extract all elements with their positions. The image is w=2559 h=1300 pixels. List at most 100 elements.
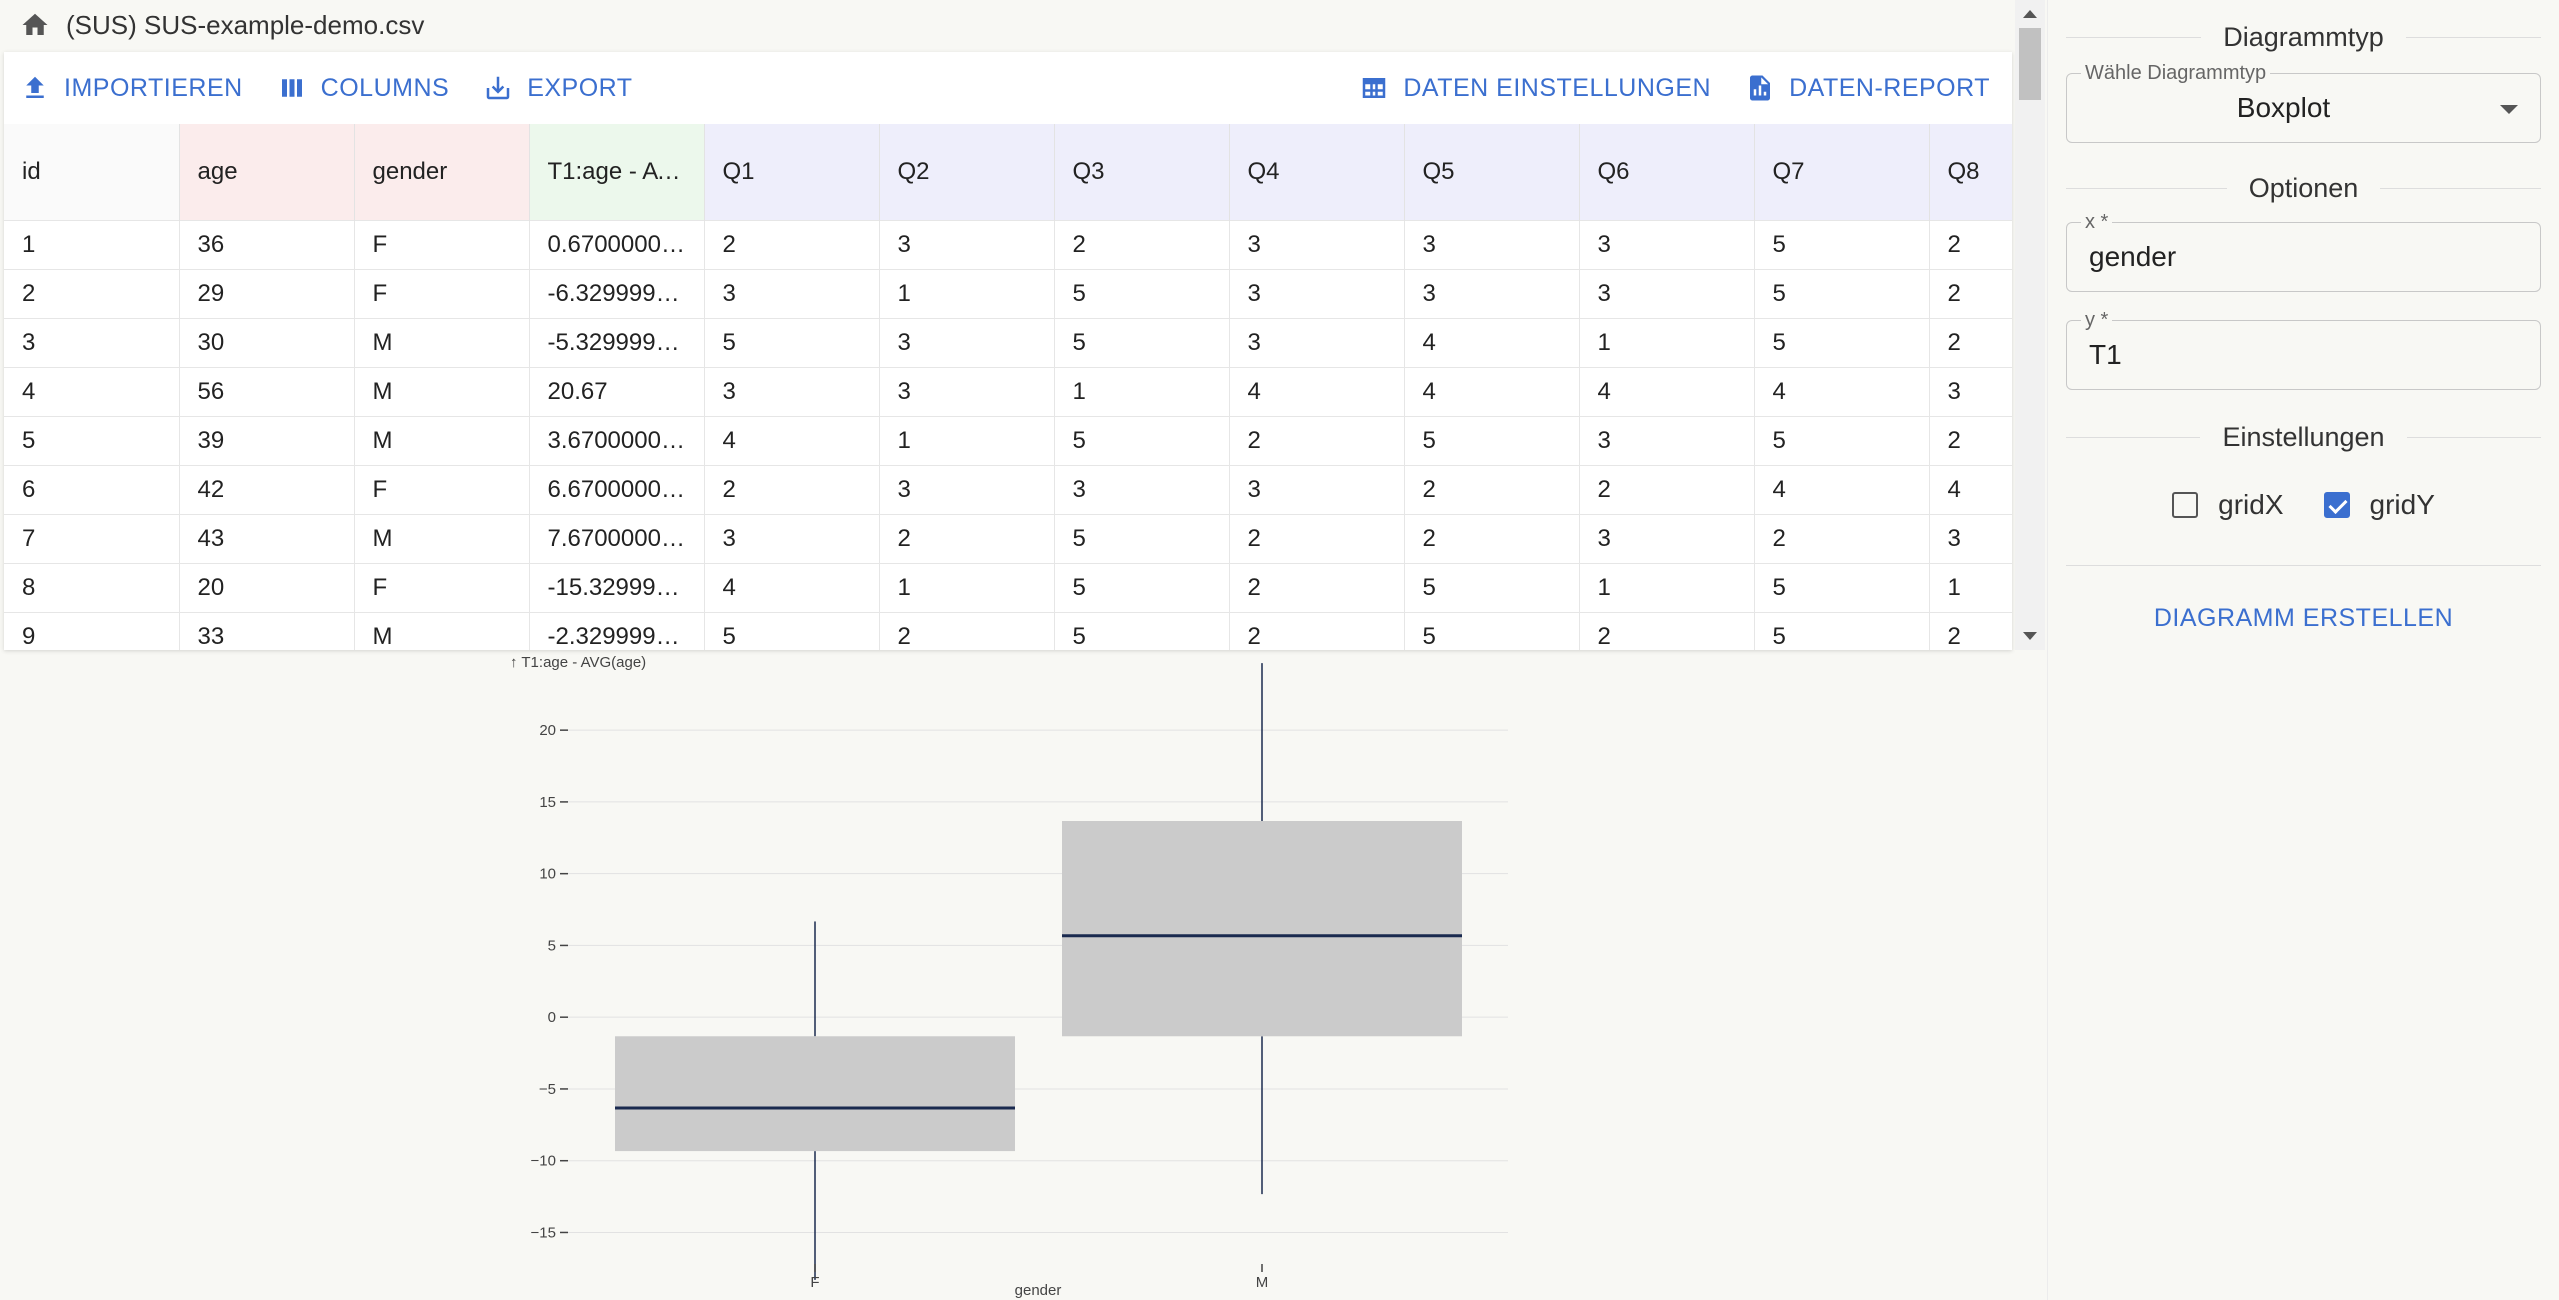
table-cell[interactable]: 3 [1229, 219, 1405, 269]
table-cell[interactable]: 36 [179, 219, 355, 269]
table-cell[interactable]: 5 [1754, 268, 1930, 318]
table-cell[interactable]: 3 [1054, 464, 1230, 514]
table-cell[interactable]: M [354, 366, 530, 416]
table-cell[interactable]: 2 [1229, 415, 1405, 465]
table-cell[interactable]: 4 [1754, 366, 1930, 416]
table-row[interactable]: 229F-6.32999999999999831533352 [4, 268, 2012, 318]
table-cell[interactable]: F [354, 562, 530, 612]
table-cell[interactable]: 2 [1929, 611, 2012, 650]
table-cell[interactable]: 5 [1754, 611, 1930, 650]
table-cell[interactable]: 4 [1404, 317, 1580, 367]
table-cell[interactable]: 4 [1404, 366, 1580, 416]
table-cell[interactable]: 5 [1054, 562, 1230, 612]
table-cell[interactable]: 2 [1929, 317, 2012, 367]
table-cell[interactable]: 2 [704, 219, 880, 269]
table-row[interactable]: 933M-2.32999999999999852525252 [4, 611, 2012, 650]
export-button[interactable]: EXPORT [483, 73, 632, 103]
table-row[interactable]: 330M-5.32999999999999853534152 [4, 317, 2012, 367]
chart-type-select[interactable]: Wähle Diagrammtyp Boxplot [2066, 62, 2541, 143]
table-cell[interactable]: 3 [704, 268, 880, 318]
table-cell[interactable]: F [354, 464, 530, 514]
table-row[interactable]: 539M3.67000000000000241525352 [4, 415, 2012, 465]
table-cell[interactable]: 2 [879, 611, 1055, 650]
table-cell[interactable]: 5 [704, 317, 880, 367]
table-cell[interactable]: 3 [1229, 317, 1405, 367]
table-cell[interactable]: 2 [1754, 513, 1930, 563]
table-cell[interactable]: 5 [1754, 415, 1930, 465]
gridy-checkbox-box[interactable] [2323, 492, 2350, 518]
table-cell[interactable]: 3 [1579, 415, 1755, 465]
column-header[interactable]: Q6 [1579, 124, 1755, 220]
table-cell[interactable]: 5 [1054, 513, 1230, 563]
table-cell[interactable]: 33 [179, 611, 355, 650]
table-cell[interactable]: 43 [179, 513, 355, 563]
table-cell[interactable]: 3 [4, 317, 180, 367]
table-cell[interactable]: 7 [4, 513, 180, 563]
table-cell[interactable]: 5 [1054, 415, 1230, 465]
table-cell[interactable]: 4 [704, 415, 880, 465]
table-cell[interactable]: 5 [1754, 219, 1930, 269]
table-row[interactable]: 4 56 M 20.67 3 3 1 4 4 4 4 3 [4, 366, 2012, 416]
table-cell[interactable]: 20.67 [529, 366, 705, 416]
table-cell[interactable]: 1 [1579, 317, 1755, 367]
table-cell[interactable]: 6 [4, 464, 180, 514]
table-cell[interactable]: 3 [704, 366, 880, 416]
column-header[interactable]: Q3 [1054, 124, 1230, 220]
table-cell[interactable]: 4 [1754, 464, 1930, 514]
table-cell[interactable]: 5 [1054, 268, 1230, 318]
column-header[interactable]: T1:age - AVG(age) [529, 124, 705, 220]
table-cell[interactable]: 2 [1054, 219, 1230, 269]
data-report-button[interactable]: DATEN-REPORT [1745, 73, 1990, 103]
column-header[interactable]: Q8 [1929, 124, 2012, 220]
table-cell[interactable]: 7.670000000000002 [529, 513, 705, 563]
gridx-checkbox-box[interactable] [2172, 492, 2199, 518]
table-cell[interactable]: 3 [879, 464, 1055, 514]
table-cell[interactable]: 2 [4, 268, 180, 318]
table-cell[interactable]: 4 [1929, 464, 2012, 514]
table-cell[interactable]: 56 [179, 366, 355, 416]
table-cell[interactable]: 5 [1404, 562, 1580, 612]
table-cell[interactable]: 42 [179, 464, 355, 514]
table-cell[interactable]: M [354, 611, 530, 650]
table-cell[interactable]: 0.670000000000002 [529, 219, 705, 269]
gridx-checkbox[interactable]: gridX [2172, 489, 2284, 521]
column-header[interactable]: Q2 [879, 124, 1055, 220]
table-cell[interactable]: 2 [1929, 268, 2012, 318]
table-cell[interactable]: 3 [879, 366, 1055, 416]
table-cell[interactable]: 1 [4, 219, 180, 269]
table-row[interactable]: 136F0.67000000000000223233352 [4, 219, 2012, 269]
table-cell[interactable]: 4 [4, 366, 180, 416]
table-cell[interactable]: 3 [879, 219, 1055, 269]
table-cell[interactable]: 2 [1404, 513, 1580, 563]
table-cell[interactable]: -5.329999999999998 [529, 317, 705, 367]
table-cell[interactable]: M [354, 415, 530, 465]
gridy-checkbox[interactable]: gridY [2323, 489, 2435, 521]
import-button[interactable]: IMPORTIEREN [20, 73, 243, 103]
table-cell[interactable]: 3 [704, 513, 880, 563]
table-cell[interactable]: 3 [1229, 464, 1405, 514]
table-cell[interactable]: 1 [879, 562, 1055, 612]
table-cell[interactable]: F [354, 219, 530, 269]
table-cell[interactable]: 3 [1929, 513, 2012, 563]
table-cell[interactable]: 3.670000000000002 [529, 415, 705, 465]
table-cell[interactable]: 3 [1579, 268, 1755, 318]
table-cell[interactable]: 5 [1054, 611, 1230, 650]
column-header[interactable]: id [4, 124, 180, 220]
table-cell[interactable]: 3 [1229, 268, 1405, 318]
table-cell[interactable]: 4 [1579, 366, 1755, 416]
table-row[interactable]: 743M7.67000000000000232522323 [4, 513, 2012, 563]
table-cell[interactable]: 1 [879, 415, 1055, 465]
table-row[interactable]: 820F-15.32999999999999841525151 [4, 562, 2012, 612]
table-cell[interactable]: 3 [1929, 366, 2012, 416]
table-cell[interactable]: 1 [1579, 562, 1755, 612]
table-cell[interactable]: 5 [1054, 317, 1230, 367]
table-cell[interactable]: 2 [1929, 415, 2012, 465]
table-cell[interactable]: -15.329999999999998 [529, 562, 705, 612]
table-cell[interactable]: 5 [704, 611, 880, 650]
table-cell[interactable]: 20 [179, 562, 355, 612]
table-cell[interactable]: 9 [4, 611, 180, 650]
column-header[interactable]: Q1 [704, 124, 880, 220]
table-cell[interactable]: 2 [1929, 219, 2012, 269]
home-icon[interactable] [20, 10, 50, 40]
table-cell[interactable]: 5 [1754, 562, 1930, 612]
